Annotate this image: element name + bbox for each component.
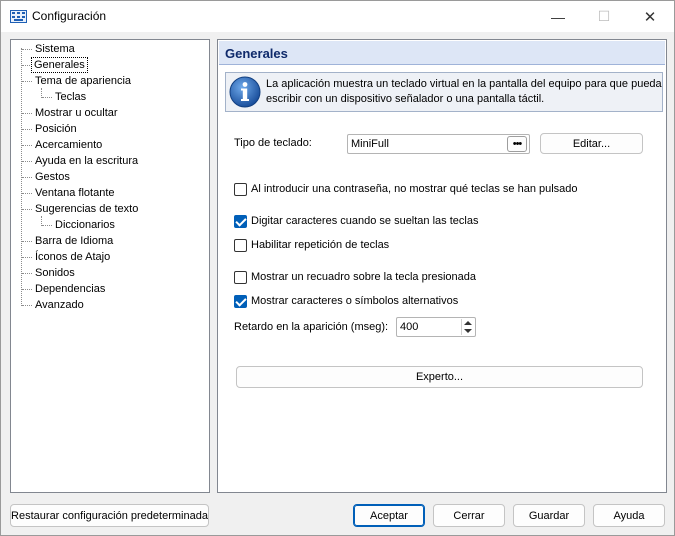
panel-title: Generales (225, 46, 288, 61)
panel-header: Generales (219, 41, 665, 65)
tree-item-label: Sistema (35, 43, 75, 55)
checkbox-label: Mostrar un recuadro sobre la tecla presi… (251, 271, 477, 283)
settings-tree[interactable]: Sistema Generales Tema de apariencia Tec… (10, 39, 210, 493)
checkbox-box (234, 270, 247, 284)
accept-button[interactable]: Aceptar (353, 504, 425, 527)
checkbox-box (234, 238, 247, 252)
tree-item-label: Tema de apariencia (35, 75, 132, 87)
checkbox-box (234, 294, 247, 308)
tree-item-gestos[interactable]: Gestos (11, 169, 209, 185)
show-box-checkbox[interactable]: Mostrar un recuadro sobre la tecla presi… (234, 269, 476, 285)
help-button[interactable]: Ayuda (593, 504, 665, 527)
type-on-release-checkbox[interactable]: Digitar caracteres cuando se sueltan las… (234, 213, 478, 229)
arrow-down-icon[interactable] (464, 329, 472, 333)
key-repeat-checkbox[interactable]: Habilitar repetición de teclas (234, 237, 389, 253)
keyboard-type-value: MiniFull (351, 138, 389, 150)
tree-item-dependencias[interactable]: Dependencias (11, 281, 209, 297)
checkbox-label: Al introducir una contraseña, no mostrar… (251, 183, 578, 195)
tree-item-barra-idioma[interactable]: Barra de Idioma (11, 233, 209, 249)
spinner-arrows[interactable] (461, 319, 473, 335)
maximize-button[interactable]: ☐ (581, 1, 627, 32)
window-title: Configuración (32, 9, 107, 23)
checkbox-box (234, 214, 247, 228)
delay-value: 400 (400, 321, 419, 333)
tree-item-label: Posición (35, 123, 77, 135)
save-button[interactable]: Guardar (513, 504, 585, 527)
tree-item-mostrar-ocultar[interactable]: Mostrar u ocultar (11, 105, 209, 121)
tree-item-label: Avanzado (35, 299, 84, 311)
info-box: La aplicación muestra un teclado virtual… (225, 72, 663, 112)
tree-item-label: Ventana flotante (35, 187, 115, 199)
checkbox-box (234, 182, 247, 196)
keyboard-type-combo[interactable]: MiniFull ••• (347, 134, 530, 154)
tree-item-tema[interactable]: Tema de apariencia (11, 73, 209, 89)
close-dialog-button[interactable]: Cerrar (433, 504, 505, 527)
tree-item-teclas[interactable]: Teclas (11, 89, 209, 105)
tree-item-acercamiento[interactable]: Acercamiento (11, 137, 209, 153)
tree-item-label: Teclas (55, 91, 87, 103)
keyboard-type-label: Tipo de teclado: (234, 137, 312, 149)
close-button[interactable]: ✕ (627, 1, 673, 32)
hide-password-checkbox[interactable]: Al introducir una contraseña, no mostrar… (234, 181, 578, 197)
show-alt-chars-checkbox[interactable]: Mostrar caracteres o símbolos alternativ… (234, 293, 458, 309)
tree-item-label: Diccionarios (55, 219, 115, 231)
checkbox-label: Mostrar caracteres o símbolos alternativ… (251, 295, 459, 307)
tree-item-diccionarios[interactable]: Diccionarios (11, 217, 209, 233)
minimize-button[interactable]: — (535, 1, 581, 32)
tree-item-avanzado[interactable]: Avanzado (11, 297, 209, 313)
tree-item-label: Mostrar u ocultar (35, 107, 118, 119)
tree-item-iconos-atajo[interactable]: Íconos de Atajo (11, 249, 209, 265)
tree-item-sistema[interactable]: Sistema (11, 41, 209, 57)
tree-item-label: Gestos (35, 171, 70, 183)
tree-item-posicion[interactable]: Posición (11, 121, 209, 137)
edit-button[interactable]: Editar... (540, 133, 643, 154)
restore-defaults-button[interactable]: Restaurar configuración predeterminada (10, 504, 209, 527)
more-icon[interactable]: ••• (507, 136, 527, 152)
settings-panel: Generales La aplicación muestra un tecla… (217, 39, 667, 493)
tree-item-label: Generales (31, 57, 88, 73)
tree-item-label: Sonidos (35, 267, 75, 279)
tree-item-ventana-flotante[interactable]: Ventana flotante (11, 185, 209, 201)
tree-item-label: Ayuda en la escritura (35, 155, 139, 167)
tree-item-sonidos[interactable]: Sonidos (11, 265, 209, 281)
keyboard-icon (10, 10, 27, 23)
checkbox-label: Digitar caracteres cuando se sueltan las… (251, 215, 479, 227)
tree-item-ayuda-escritura[interactable]: Ayuda en la escritura (11, 153, 209, 169)
tree-item-label: Dependencias (35, 283, 106, 295)
tree-item-label: Íconos de Atajo (35, 251, 111, 263)
delay-spinner[interactable]: 400 (396, 317, 476, 337)
delay-label: Retardo en la aparición (mseg): (234, 321, 389, 333)
expert-button[interactable]: Experto... (236, 366, 643, 388)
arrow-up-icon[interactable] (464, 321, 472, 325)
tree-item-label: Sugerencias de texto (35, 203, 139, 215)
title-bar[interactable]: Configuración — ☐ ✕ (1, 1, 674, 32)
info-icon (229, 76, 261, 108)
tree-item-generales[interactable]: Generales (11, 57, 209, 73)
tree-item-label: Barra de Idioma (35, 235, 114, 247)
tree-item-sugerencias[interactable]: Sugerencias de texto (11, 201, 209, 217)
tree-item-label: Acercamiento (35, 139, 103, 151)
checkbox-label: Habilitar repetición de teclas (251, 239, 390, 251)
info-text: La aplicación muestra un teclado virtual… (266, 78, 662, 105)
settings-window: Configuración — ☐ ✕ Sistema Generales Te… (0, 0, 675, 536)
